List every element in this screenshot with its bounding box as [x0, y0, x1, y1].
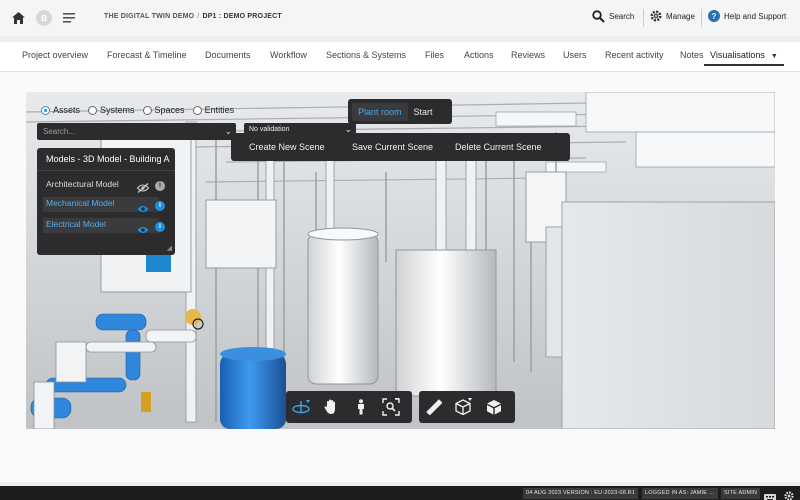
radio-assets[interactable]: Assets [41, 105, 80, 115]
home-icon[interactable] [10, 11, 26, 25]
tab-recent-activity[interactable]: Recent activity [605, 50, 664, 60]
models-panel-title: Models - 3D Model - Building A [46, 154, 170, 164]
tab-workflow[interactable]: Workflow [270, 50, 307, 60]
radio-label: Spaces [154, 105, 185, 115]
logged-in-user: LOGGED IN AS: JAMIE ... [642, 488, 718, 499]
avatar[interactable]: B [36, 10, 52, 26]
manage-label: Manage [666, 11, 695, 21]
divider [701, 9, 702, 27]
help-button[interactable]: ? Help and Support [708, 10, 786, 22]
scene-option-start[interactable]: Start [408, 103, 439, 121]
radio-label: Entities [204, 105, 235, 115]
svg-text:?: ? [712, 12, 717, 21]
tab-sections-systems[interactable]: Sections & Systems [326, 50, 406, 60]
status-bar: 04 AUG 2023 VERSION : EU-2023-08.R1 LOGG… [0, 486, 800, 500]
tab-forecast-timeline[interactable]: Forecast & Timeline [107, 50, 187, 60]
settings-gear-icon[interactable] [784, 488, 794, 500]
fit-view-button[interactable] [376, 391, 406, 423]
tab-visualisations-label: Visualisations [710, 50, 765, 60]
create-scene-button[interactable]: Create New Scene [249, 142, 325, 152]
scene-menu: Create New Scene Save Current Scene Dele… [231, 133, 570, 161]
tab-notes[interactable]: Notes [680, 50, 704, 60]
version-info: 04 AUG 2023 VERSION : EU-2023-08.R1 [523, 488, 639, 499]
measure-button[interactable] [419, 391, 449, 423]
breadcrumb-company[interactable]: THE DIGITAL TWIN DEMO [104, 13, 194, 20]
chevron-down-icon: ▼ [770, 53, 778, 60]
radio-systems[interactable]: Systems [88, 105, 135, 115]
radio-label: Systems [100, 105, 135, 115]
tab-project-overview[interactable]: Project overview [22, 50, 88, 60]
radio-dot[interactable] [142, 105, 152, 115]
search-input[interactable]: Search... ⌄ [37, 123, 236, 140]
info-icon[interactable]: i [155, 201, 165, 211]
radio-dot[interactable] [192, 105, 202, 115]
scene-selector: Plant room Start [348, 99, 452, 124]
save-scene-button[interactable]: Save Current Scene [352, 142, 433, 152]
radio-label: Assets [53, 105, 81, 115]
top-header: B THE DIGITAL TWIN DEMO / DP1 : DEMO PROJE… [0, 0, 800, 36]
validation-value: No validation [249, 126, 290, 133]
manage-button[interactable]: Manage [650, 10, 695, 22]
tab-reviews[interactable]: Reviews [511, 50, 545, 60]
divider [37, 170, 175, 171]
resize-handle-icon[interactable]: ◢ [167, 244, 172, 252]
divider [643, 9, 644, 27]
filter-type-radios: Assets Systems Spaces Entities [41, 105, 242, 115]
tab-files[interactable]: Files [425, 50, 444, 60]
menu-icon[interactable] [62, 12, 76, 24]
scene-option-plant-room[interactable]: Plant room [352, 102, 408, 121]
tab-bar: Project overview Forecast & Timeline Doc… [0, 42, 800, 72]
radio-entities[interactable]: Entities [192, 105, 235, 115]
help-label: Help and Support [724, 11, 787, 21]
search-icon [592, 10, 605, 23]
tab-visualisations[interactable]: Visualisations ▼ [704, 42, 784, 66]
eye-icon[interactable] [137, 201, 149, 212]
eye-icon[interactable] [137, 222, 149, 233]
measure-ruler-icon [426, 399, 442, 415]
pan-button[interactable] [316, 391, 346, 423]
model-item-architectural[interactable]: Architectural Model [46, 179, 119, 193]
breadcrumb: THE DIGITAL TWIN DEMO / DP1 : DEMO PROJECT [104, 13, 282, 20]
models-panel: Models - 3D Model - Building A Architect… [37, 148, 175, 255]
fit-view-icon [382, 398, 400, 416]
pan-hand-icon [324, 399, 335, 414]
breadcrumb-separator: / [197, 13, 200, 20]
tab-actions[interactable]: Actions [464, 50, 494, 60]
radio-dot[interactable] [41, 105, 50, 115]
info-icon[interactable]: i [155, 181, 165, 191]
info-icon[interactable]: i [155, 222, 165, 232]
orbit-button[interactable] [286, 391, 316, 423]
help-icon: ? [708, 10, 720, 22]
model-view-button[interactable] [479, 391, 509, 423]
tools-toolbar [419, 391, 515, 423]
section-box-icon [455, 398, 472, 416]
navigation-toolbar [286, 391, 412, 423]
section-box-button[interactable] [449, 391, 479, 423]
tab-users[interactable]: Users [563, 50, 587, 60]
search-button[interactable]: Search [592, 10, 634, 23]
role-badge: SITE ADMIN [721, 488, 761, 499]
walk-person-icon [358, 399, 364, 415]
keyboard-icon[interactable] [764, 489, 776, 500]
radio-dot[interactable] [88, 105, 98, 115]
model-cube-icon [487, 400, 501, 415]
radio-spaces[interactable]: Spaces [142, 105, 185, 115]
search-label: Search [609, 12, 635, 21]
tab-documents[interactable]: Documents [205, 50, 251, 60]
breadcrumb-project[interactable]: DP1 : DEMO PROJECT [202, 13, 281, 20]
orbit-icon [292, 400, 310, 414]
eye-hidden-icon[interactable] [136, 180, 150, 193]
walk-button[interactable] [346, 391, 376, 423]
gear-icon [650, 10, 662, 22]
search-placeholder: Search... [43, 127, 76, 136]
delete-scene-button[interactable]: Delete Current Scene [455, 142, 542, 152]
